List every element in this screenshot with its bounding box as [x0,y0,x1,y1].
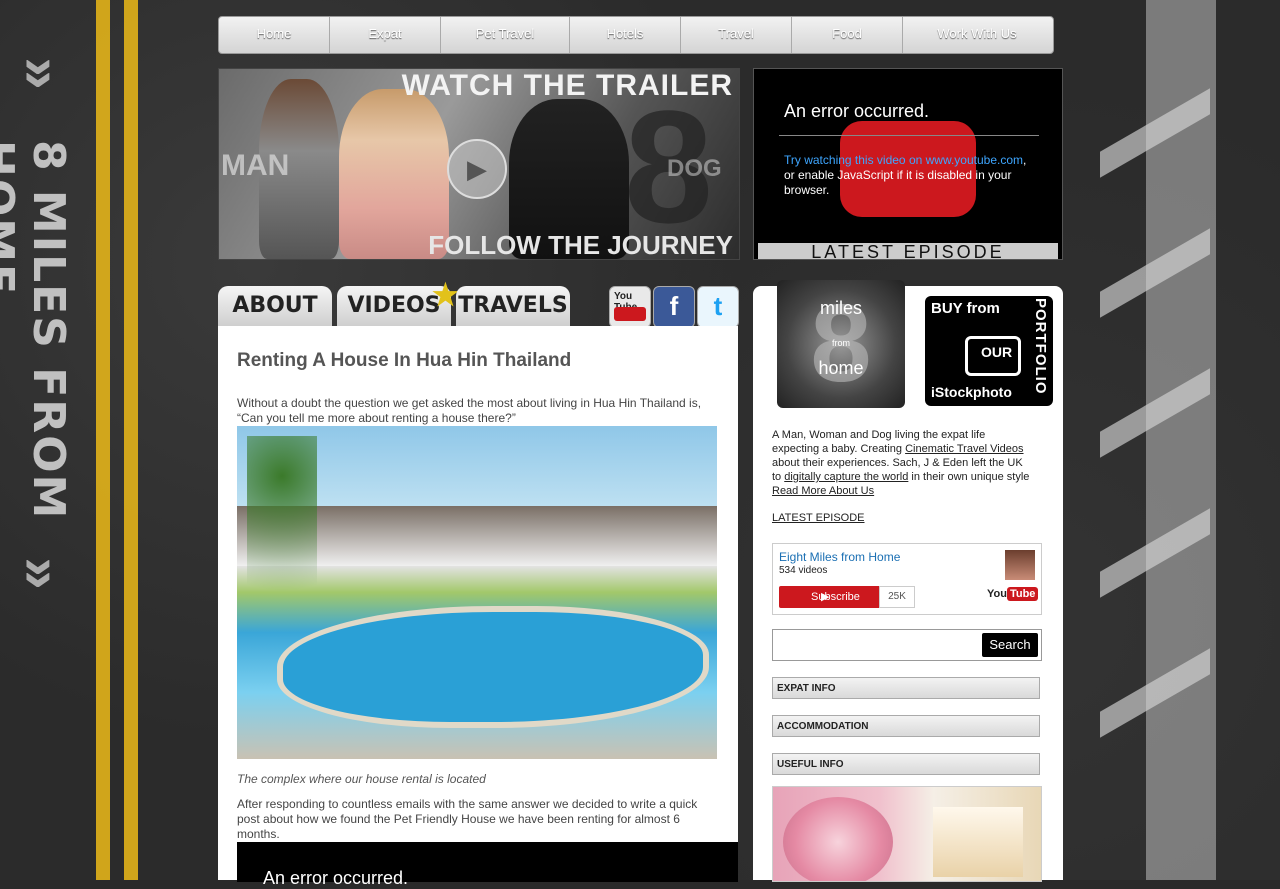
palm-tree [247,436,317,636]
flower-bouquet [783,797,893,881]
logo-from: from [832,338,850,348]
about-blurb: A Man, Woman and Dog living the expat li… [772,429,1030,497]
food-photo[interactable] [772,786,1042,882]
istock-banner[interactable]: BUY from OUR iStockphoto PORTFOLIO [925,296,1053,406]
subscribe-button[interactable]: ▶ Subscribe [779,586,887,608]
swimming-pool [277,606,709,728]
embed-error: An error occurred. [263,868,409,888]
post-photo [237,426,717,759]
istock-portfolio: PORTFOLIO [1032,298,1049,395]
sidebar: 8 miles from home BUY from OUR iStockpho… [753,280,1063,882]
search-button[interactable]: Search [982,633,1038,657]
subscriber-count: 25K [879,586,915,608]
istock-buy: BUY from [931,300,1000,317]
nav-travel[interactable]: Travel [681,17,792,53]
capture-world-link[interactable]: digitally capture the world [784,471,908,483]
search-box: Search [772,629,1042,661]
photo-caption: The complex where our house rental is lo… [237,772,486,786]
dog-label: DOG [667,155,722,182]
latest-episode-bar: LATEST EPISODE [758,243,1058,259]
main-content: Renting A House In Hua Hin Thailand With… [218,326,738,888]
trailer-tagline: FOLLOW THE JOURNEY [428,230,733,260]
logo-home: home [818,358,864,378]
embedded-video[interactable]: An error occurred. [237,842,738,888]
logo-miles: miles [819,298,862,318]
side-banner: 8 MILES FROM HOME [0,140,74,521]
nav-expat[interactable]: Expat [330,17,441,53]
nav-home[interactable]: Home [219,17,330,53]
tab-about-us[interactable]: ABOUT US [218,286,332,358]
facebook-icon[interactable]: f [653,286,695,328]
istock-brand: iStockphoto [931,384,1012,400]
play-icon[interactable]: ▶ [447,139,507,199]
category-useful-info[interactable]: USEFUL INFO [772,753,1040,775]
tab-travels[interactable]: TRAVELS [456,286,570,326]
istock-our: OUR [981,344,1013,360]
nav-pet-travel[interactable]: Pet Travel [441,17,570,53]
carrot-cake [933,807,1023,877]
video-embed[interactable]: An error occurred. Try watching this vid… [753,68,1063,260]
post-paragraph: After responding to countless emails wit… [237,797,698,841]
search-input[interactable] [777,634,977,656]
channel-avatar[interactable] [1005,550,1035,580]
nav-food[interactable]: Food [792,17,903,53]
category-expat-info[interactable]: EXPAT INFO [772,677,1040,699]
video-error-message: Try watching this video on www.youtube.c… [784,153,1034,198]
latest-episode-link[interactable]: LATEST EPISODE [772,512,865,524]
trailer-banner[interactable]: 8 MAN DOG WATCH THE TRAILER FOLLOW THE J… [218,68,740,260]
read-more-link[interactable]: Read More About Us [772,485,874,497]
post-title[interactable]: Renting A House In Hua Hin Thailand [237,350,571,372]
youtube-play-icon: ▶ [821,591,830,603]
cinematic-videos-link[interactable]: Cinematic Travel Videos [905,443,1023,455]
site-logo[interactable]: 8 miles from home [777,280,905,408]
chevron-down-icon: » [9,557,75,590]
youtube-logo: You Tube [987,587,1039,608]
video-count: 534 videos [779,565,828,576]
twitter-icon[interactable]: t [697,286,739,328]
youtube-subscribe-widget: Eight Miles from Home 534 videos ▶ Subsc… [772,543,1042,615]
main-nav: Home Expat Pet Travel Hotels Travel Food… [218,16,1054,54]
man-label: MAN [221,149,290,182]
youtube-link[interactable]: Try watching this video on www.youtube.c… [784,153,1023,167]
category-accommodation[interactable]: ACCOMMODATION [772,715,1040,737]
channel-name[interactable]: Eight Miles from Home [779,550,900,564]
nav-work-with-us[interactable]: Work With Us [903,17,1051,53]
divider [779,135,1039,136]
yellow-road-line [96,0,110,880]
post-intro: Without a doubt the question we get aske… [237,396,702,425]
yellow-road-line [124,0,138,880]
youtube-social-icon[interactable]: You Tube [609,286,651,328]
chevron-down-icon: » [9,57,75,90]
trailer-title: WATCH THE TRAILER [401,69,733,102]
video-error: An error occurred. [784,101,930,121]
nav-hotels[interactable]: Hotels [570,17,681,53]
star-icon: ★ [432,279,459,312]
